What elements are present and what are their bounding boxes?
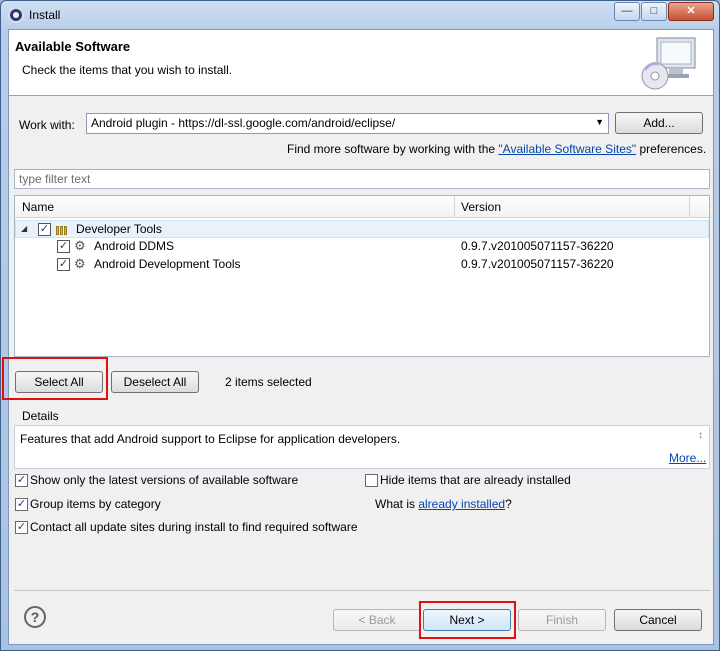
work-with-combo[interactable]: Android plugin - https://dl-ssl.google.c… xyxy=(86,113,609,134)
column-version[interactable]: Version xyxy=(461,200,501,214)
close-button[interactable]: ✕ xyxy=(668,2,714,21)
option-label: Group items by category xyxy=(30,497,161,511)
install-computer-icon xyxy=(641,37,696,90)
chevron-down-icon[interactable]: ▼ xyxy=(595,117,604,127)
details-text: Features that add Android support to Ecl… xyxy=(20,432,401,446)
finish-button[interactable]: Finish xyxy=(518,609,606,631)
collapse-icon[interactable]: ◢ xyxy=(21,224,27,233)
feature-gear-icon: ⚙ xyxy=(74,256,86,271)
page-title: Available Software xyxy=(15,39,131,54)
tree-item-version: 0.9.7.v201005071157-36220 xyxy=(461,239,614,253)
hide-installed-checkbox[interactable] xyxy=(365,474,378,487)
details-panel: Features that add Android support to Ecl… xyxy=(14,425,710,469)
page-subtitle: Check the items that you wish to install… xyxy=(22,63,233,77)
back-button[interactable]: < Back xyxy=(333,609,421,631)
tree-item-label: Android Development Tools xyxy=(94,257,241,271)
minimize-button[interactable]: — xyxy=(614,2,640,21)
feature-gear-icon: ⚙ xyxy=(74,238,86,253)
more-details-link[interactable]: More... xyxy=(669,451,706,465)
tree-row-android-dev-tools[interactable]: ✓ ⚙ Android Development Tools 0.9.7.v201… xyxy=(15,256,709,274)
window-title: Install xyxy=(29,8,61,22)
group-by-category-checkbox[interactable]: ✓ xyxy=(15,498,28,511)
select-all-highlight xyxy=(2,357,108,400)
help-icon[interactable]: ? xyxy=(24,606,46,628)
find-more-text: Find more software by working with the "… xyxy=(287,142,706,156)
what-is-suffix: ? xyxy=(505,497,512,511)
already-installed-link[interactable]: already installed xyxy=(418,497,505,511)
details-label: Details xyxy=(22,409,59,423)
find-more-suffix: preferences. xyxy=(636,142,707,156)
eclipse-icon xyxy=(8,7,24,23)
deselect-all-button[interactable]: Deselect All xyxy=(111,371,199,393)
header-banner: Available Software Check the items that … xyxy=(9,30,713,96)
work-with-label: Work with: xyxy=(19,118,75,132)
android-ddms-checkbox[interactable]: ✓ xyxy=(57,240,70,253)
show-latest-checkbox[interactable]: ✓ xyxy=(15,474,28,487)
tree-item-version: 0.9.7.v201005071157-36220 xyxy=(461,257,614,271)
dialog-content: Available Software Check the items that … xyxy=(2,29,714,645)
what-is-installed-text: What is already installed? xyxy=(375,497,512,511)
column-separator xyxy=(454,196,455,218)
software-tree: Name Version ◢ ✓ Developer Tools ✓ ⚙ And… xyxy=(14,195,710,357)
column-name[interactable]: Name xyxy=(22,200,54,214)
next-highlight xyxy=(419,601,516,639)
tree-row-developer-tools[interactable]: ◢ ✓ Developer Tools xyxy=(15,220,709,238)
tree-item-label: Developer Tools xyxy=(76,222,162,236)
find-more-prefix: Find more software by working with the xyxy=(287,142,499,156)
option-label: Show only the latest versions of availab… xyxy=(30,473,299,487)
tree-item-label: Android DDMS xyxy=(94,239,175,253)
footer-divider xyxy=(14,590,710,591)
option-label: Contact all update sites during install … xyxy=(30,520,358,534)
maximize-button[interactable]: □ xyxy=(641,2,667,21)
developer-tools-checkbox[interactable]: ✓ xyxy=(38,223,51,236)
available-software-sites-link[interactable]: "Available Software Sites" xyxy=(498,142,636,156)
details-scroll-icon[interactable]: ↕ xyxy=(698,430,703,441)
column-separator xyxy=(689,196,690,218)
tree-header: Name Version xyxy=(15,196,709,218)
selection-count: 2 items selected xyxy=(225,375,312,389)
cancel-button[interactable]: Cancel xyxy=(614,609,702,631)
work-with-value: Android plugin - https://dl-ssl.google.c… xyxy=(91,116,396,130)
filter-input[interactable]: type filter text xyxy=(14,169,710,189)
contact-sites-checkbox[interactable]: ✓ xyxy=(15,521,28,534)
title-bar[interactable]: Install — □ ✕ xyxy=(1,1,719,29)
category-icon xyxy=(56,224,70,235)
add-site-button[interactable]: Add... xyxy=(615,112,703,134)
what-is-prefix: What is xyxy=(375,497,419,511)
tree-row-android-ddms[interactable]: ✓ ⚙ Android DDMS 0.9.7.v201005071157-362… xyxy=(15,238,709,256)
option-label: Hide items that are already installed xyxy=(380,473,571,487)
android-dev-tools-checkbox[interactable]: ✓ xyxy=(57,258,70,271)
install-dialog: Install — □ ✕ Available Software Check t… xyxy=(0,0,720,651)
